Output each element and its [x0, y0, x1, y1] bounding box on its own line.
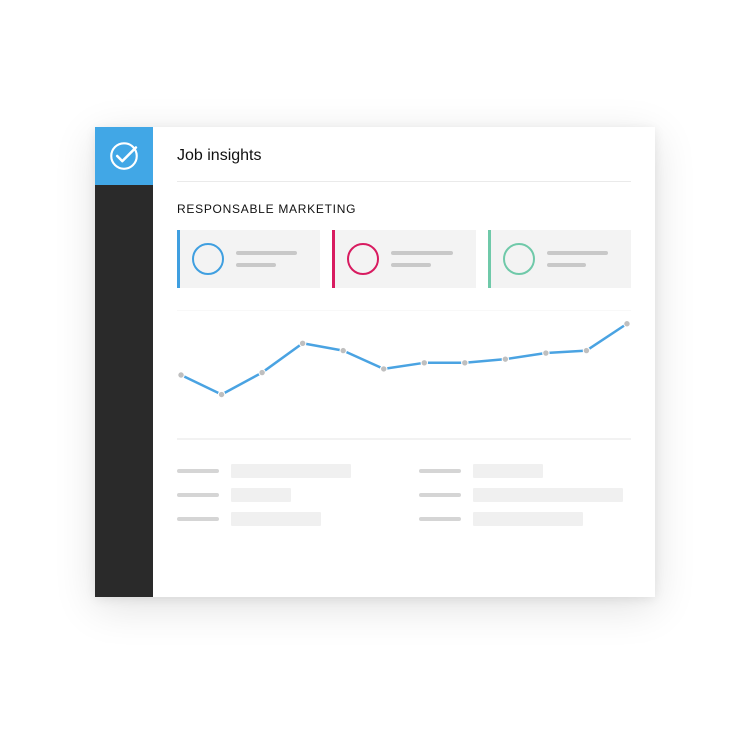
detail-row: [177, 512, 389, 526]
line-chart-svg: [177, 310, 631, 440]
stat-accent: [177, 230, 180, 288]
stat-card-3[interactable]: [488, 230, 631, 288]
details-col-left: [177, 464, 389, 526]
trend-chart: [177, 310, 631, 440]
details-col-right: [419, 464, 631, 526]
details-grid: [177, 464, 631, 526]
section-title: RESPONSABLE MARKETING: [177, 202, 631, 216]
stat-placeholder-text: [547, 251, 619, 267]
stat-cards-row: [177, 230, 631, 288]
circle-icon: [503, 243, 535, 275]
checkmark-circle-icon: [107, 139, 141, 173]
detail-value-placeholder: [231, 512, 321, 526]
placeholder-line: [547, 251, 608, 255]
detail-label-placeholder: [177, 469, 219, 473]
detail-row: [419, 512, 631, 526]
app-window: Job insights RESPONSABLE MARKETING: [95, 127, 655, 597]
detail-label-placeholder: [419, 493, 461, 497]
main-content: Job insights RESPONSABLE MARKETING: [153, 127, 655, 597]
detail-label-placeholder: [419, 469, 461, 473]
detail-value-placeholder: [473, 512, 583, 526]
sidebar: [95, 127, 153, 597]
placeholder-line: [236, 251, 297, 255]
app-logo[interactable]: [95, 127, 153, 185]
detail-value-placeholder: [231, 488, 291, 502]
detail-row: [419, 464, 631, 478]
detail-value-placeholder: [231, 464, 351, 478]
stat-placeholder-text: [391, 251, 463, 267]
placeholder-line: [236, 263, 276, 267]
page-title: Job insights: [177, 147, 631, 165]
stat-card-1[interactable]: [177, 230, 320, 288]
detail-row: [177, 464, 389, 478]
detail-label-placeholder: [177, 493, 219, 497]
placeholder-line: [547, 263, 587, 267]
detail-label-placeholder: [177, 517, 219, 521]
detail-value-placeholder: [473, 488, 623, 502]
stat-placeholder-text: [236, 251, 308, 267]
stat-accent: [488, 230, 491, 288]
circle-icon: [192, 243, 224, 275]
placeholder-line: [391, 251, 452, 255]
detail-label-placeholder: [419, 517, 461, 521]
stat-card-2[interactable]: [332, 230, 475, 288]
detail-row: [419, 488, 631, 502]
divider: [177, 181, 631, 182]
detail-row: [177, 488, 389, 502]
stat-accent: [332, 230, 335, 288]
detail-value-placeholder: [473, 464, 543, 478]
circle-icon: [347, 243, 379, 275]
placeholder-line: [391, 263, 431, 267]
